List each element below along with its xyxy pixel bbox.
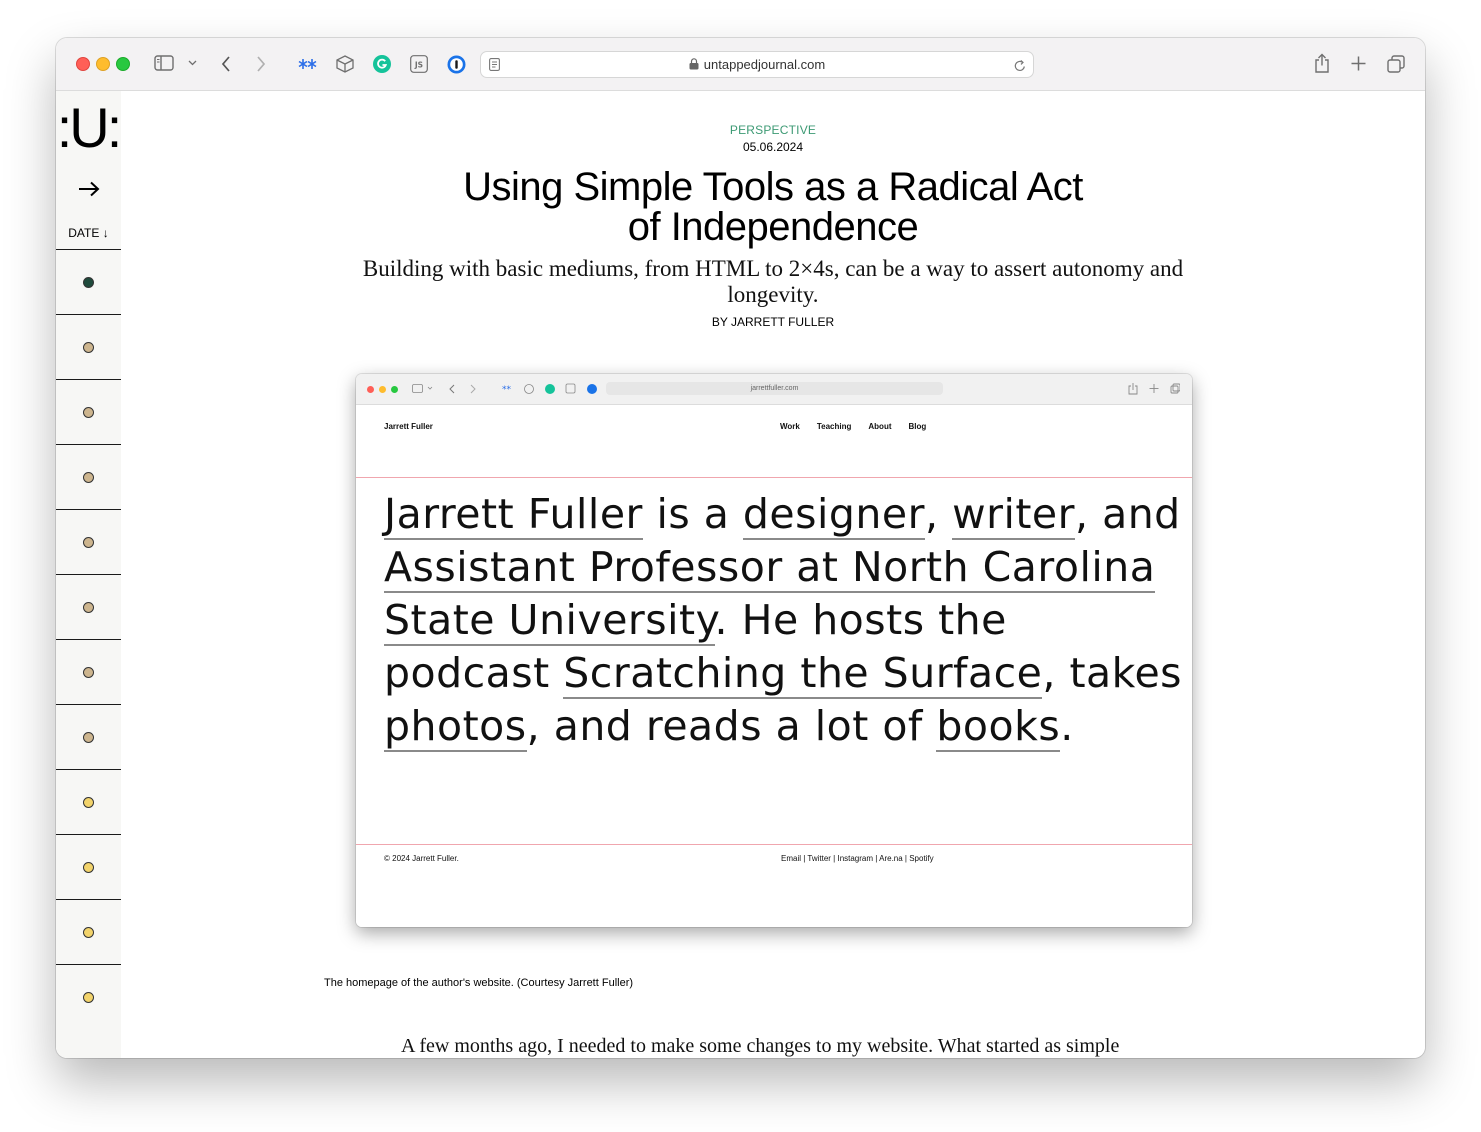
screenshot-browser-toolbar: ** jarrettfuller.com [356, 374, 1192, 405]
hero-text: , and reads a lot of [526, 702, 937, 750]
screenshot-copyright: © 2024 Jarrett Fuller. [384, 854, 459, 863]
arrow-right-icon[interactable] [56, 181, 121, 202]
issue-dot-row[interactable] [56, 964, 121, 1029]
browser-window: JS untappedjournal.com :U: DATE ↓ PERSPE… [56, 38, 1425, 1058]
reload-icon[interactable] [1012, 57, 1028, 73]
screenshot-footer-links: Email | Twitter | Instagram | Are.na | S… [781, 854, 934, 863]
active-issue-dot[interactable] [83, 277, 94, 288]
url-text: untappedjournal.com [703, 57, 826, 72]
screenshot-close-dot [367, 386, 374, 393]
tab-overview-icon[interactable] [1386, 54, 1406, 74]
screenshot-nav-item: About [868, 422, 892, 431]
hero-link: Scratching the Surface [563, 649, 1043, 699]
screenshot-zoom-dot [391, 386, 398, 393]
close-window-button[interactable] [76, 57, 90, 71]
issue-dot-row[interactable] [56, 249, 121, 314]
issue-dot[interactable] [83, 667, 94, 678]
issue-dot[interactable] [83, 602, 94, 613]
address-bar[interactable]: untappedjournal.com [480, 51, 1034, 78]
page-content: :U: DATE ↓ PERSPECTIVE 05.06.2024 Using … [56, 91, 1425, 1058]
screenshot-site-name: Jarrett Fuller [384, 422, 433, 431]
article: PERSPECTIVE 05.06.2024 Using Simple Tool… [121, 91, 1425, 1058]
forward-icon[interactable] [253, 54, 269, 74]
hero-link: photos [384, 702, 527, 752]
screenshot-nav: Work Teaching About Blog [780, 422, 943, 431]
article-category[interactable]: PERSPECTIVE [121, 123, 1425, 137]
article-title-line: Using Simple Tools as a Radical Act [463, 165, 1083, 209]
screenshot-nav-item: Work [780, 422, 800, 431]
issue-dot[interactable] [83, 732, 94, 743]
date-sort-toggle[interactable]: DATE ↓ [56, 226, 121, 240]
hero-link: Jarrett Fuller [384, 490, 643, 540]
article-byline: BY JARRETT FULLER [711, 315, 835, 329]
article-body-paragraph: A few months ago, I needed to make some … [401, 1035, 1120, 1057]
hero-text: . [1060, 702, 1074, 750]
hero-link: books [936, 702, 1061, 752]
issue-dot-row[interactable] [56, 899, 121, 964]
screenshot-divider [356, 477, 1192, 478]
screenshot-minimize-dot [379, 386, 386, 393]
untapped-logo[interactable]: :U: [56, 93, 124, 163]
issue-dot-list [56, 249, 121, 1029]
article-title-line: of Independence [627, 205, 919, 249]
lock-icon [689, 58, 699, 70]
issue-dot-row[interactable] [56, 509, 121, 574]
issue-dot[interactable] [83, 797, 94, 808]
issue-dot-row[interactable] [56, 444, 121, 509]
screenshot-hero-text: Jarrett Fuller is a designer, writer, an… [384, 488, 1184, 753]
issue-dot-row[interactable] [56, 639, 121, 704]
issue-dot[interactable] [83, 862, 94, 873]
back-icon[interactable] [218, 54, 234, 74]
issue-dot[interactable] [83, 407, 94, 418]
issue-dot-row[interactable] [56, 379, 121, 444]
issue-dot[interactable] [83, 537, 94, 548]
image-caption: The homepage of the author's website. (C… [324, 977, 634, 989]
screenshot-toolbar-icons [412, 384, 476, 394]
svg-text:JS: JS [414, 61, 423, 70]
screenshot-divider [356, 844, 1192, 845]
article-date: 05.06.2024 [742, 140, 804, 154]
hero-text: , and [1075, 490, 1181, 538]
sidebar-toggle-icon[interactable] [153, 53, 175, 73]
password-manager-icon[interactable] [446, 54, 466, 74]
asterisk-extension-icon[interactable] [298, 54, 318, 74]
issue-dot[interactable] [83, 342, 94, 353]
issue-dot[interactable] [83, 992, 94, 1003]
hero-text: is a [642, 490, 743, 538]
screenshot-nav-item: Blog [908, 422, 927, 431]
zoom-window-button[interactable] [116, 57, 130, 71]
share-icon[interactable] [1312, 52, 1332, 74]
issue-dot[interactable] [83, 927, 94, 938]
hero-text: , [924, 490, 953, 538]
js-extension-icon[interactable]: JS [409, 54, 429, 74]
issue-dot-row[interactable] [56, 704, 121, 769]
box-extension-icon[interactable] [335, 54, 355, 74]
issue-dot-row[interactable] [56, 574, 121, 639]
chevron-down-icon[interactable] [186, 56, 198, 70]
screenshot-right-icons [1128, 383, 1180, 395]
browser-toolbar: JS untappedjournal.com [56, 38, 1425, 91]
article-title: Using Simple Tools as a Radical Act of I… [121, 167, 1425, 247]
issue-dot-row[interactable] [56, 314, 121, 379]
hero-link: designer [742, 490, 925, 540]
hero-link: writer [952, 490, 1075, 540]
screenshot-nav-item: Teaching [816, 422, 852, 431]
issue-dot[interactable] [83, 472, 94, 483]
issue-dot-row[interactable] [56, 834, 121, 899]
screenshot-page: Jarrett Fuller Work Teaching About Blog Jar… [356, 405, 1192, 927]
issue-dot-row[interactable] [56, 769, 121, 834]
screenshot-url: jarrettfuller.com [750, 385, 799, 392]
journal-sidebar: :U: DATE ↓ [56, 91, 124, 1058]
article-screenshot-image: ** jarrettfuller.com Jarrett Fuller Work… [356, 374, 1192, 927]
article-dek: Building with basic mediums, from HTML t… [362, 256, 1184, 307]
hero-text: , takes [1042, 649, 1183, 697]
screenshot-address-bar: jarrettfuller.com [606, 382, 943, 395]
minimize-window-button[interactable] [96, 57, 110, 71]
new-tab-icon[interactable] [1349, 54, 1367, 72]
screenshot-extension-icons: ** [502, 383, 597, 395]
svg-text:**: ** [502, 385, 512, 395]
grammarly-extension-icon[interactable] [372, 54, 392, 74]
